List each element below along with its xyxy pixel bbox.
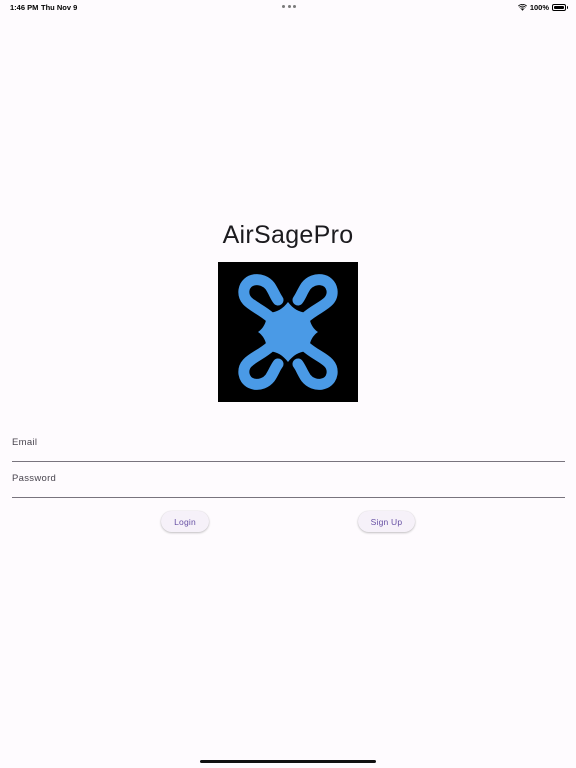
wifi-icon	[517, 3, 527, 11]
more-dots-icon[interactable]	[282, 5, 296, 9]
email-label: Email	[12, 437, 38, 448]
status-date: Thu Nov 9	[41, 3, 78, 12]
battery-percentage: 100%	[529, 2, 549, 12]
app-title: AirSagePro	[222, 221, 354, 249]
password-label: Password	[12, 473, 57, 484]
app-logo	[218, 262, 358, 402]
drone-icon	[238, 274, 338, 390]
email-field[interactable]: Email	[12, 427, 565, 462]
sign-up-button[interactable]: Sign Up	[358, 511, 415, 532]
status-bar: 1:46 PM Thu Nov 9 100%	[0, 0, 576, 14]
battery-icon	[552, 3, 568, 11]
password-field[interactable]: Password	[12, 463, 565, 498]
battery-level-fill	[554, 5, 564, 9]
home-indicator[interactable]	[200, 760, 376, 763]
status-time: 1:46 PM	[10, 3, 39, 12]
login-button[interactable]: Login	[161, 511, 209, 532]
status-indicators: 100%	[517, 2, 568, 12]
